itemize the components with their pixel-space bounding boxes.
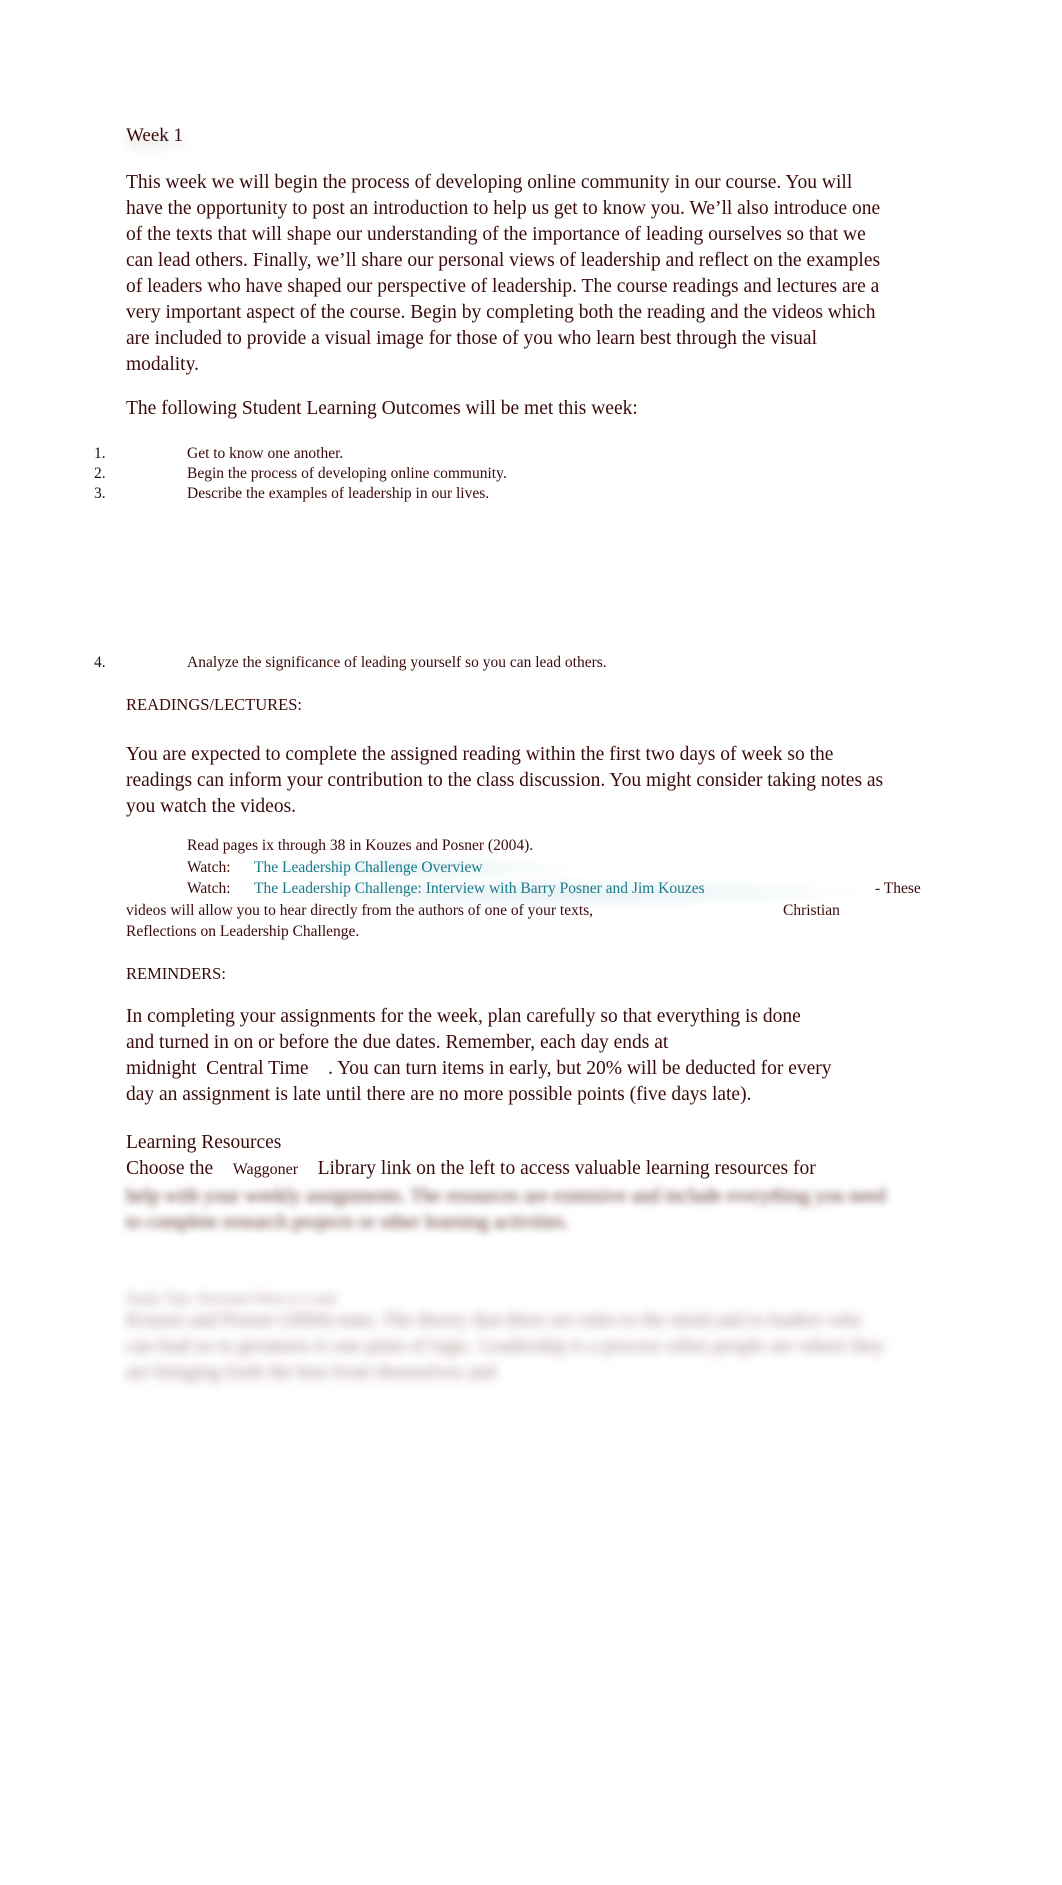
midnight-text: midnight xyxy=(126,1058,197,1079)
readings-continuation-2: Reflections on Leadership Challenge. xyxy=(126,923,360,940)
week-title: Week 1 xyxy=(126,125,184,146)
list-text: Describe the examples of leadership in o… xyxy=(187,485,490,502)
reminders-line: In completing your assignments for the w… xyxy=(126,1006,801,1027)
list-number: 4. xyxy=(94,654,106,671)
video-link-interview[interactable]: The Leadership Challenge: Interview with… xyxy=(254,879,705,899)
list-number: 3. xyxy=(94,485,106,502)
list-number: 2. xyxy=(94,465,106,482)
list-text: Read pages ix through 38 in Kouzes and P… xyxy=(187,837,534,854)
reminders-heading: REMINDERS: xyxy=(126,964,226,983)
resources-text: Library link on the left to access valua… xyxy=(317,1158,816,1179)
resources-line: Choose the Waggoner Library link on the … xyxy=(126,1158,816,1180)
watch-label: Watch: xyxy=(187,859,231,876)
readings-paragraph: You are expected to complete the assigne… xyxy=(126,744,884,817)
video-link-overview[interactable]: The Leadership Challenge Overview xyxy=(254,858,483,878)
list-text: Analyze the significance of leading your… xyxy=(187,654,607,671)
watch-label: Watch: xyxy=(187,880,231,897)
link-suffix: - These xyxy=(875,880,921,897)
late-policy-text: . You can turn items in early, but 20% w… xyxy=(328,1058,832,1079)
list-text: Begin the process of developing online c… xyxy=(187,465,507,482)
outcomes-heading: The following Student Learning Outcomes … xyxy=(126,398,638,419)
reminders-line: day an assignment is late until there ar… xyxy=(126,1084,752,1105)
blurred-text: help with your weekly assignments. The r… xyxy=(126,1186,886,1233)
reminders-line: and turned in on or before the due dates… xyxy=(126,1032,669,1053)
list-text: Get to know one another. xyxy=(187,445,344,462)
readings-heading: READINGS/LECTURES: xyxy=(126,695,303,714)
reminders-line: midnight Central Time . You can turn ite… xyxy=(126,1058,832,1080)
list-number: 1. xyxy=(94,445,106,462)
resources-text: Choose the xyxy=(126,1158,214,1179)
waggoner-library-text: Waggoner xyxy=(232,1161,299,1178)
resources-heading: Learning Resources xyxy=(126,1132,282,1153)
readings-continuation-word: Christian xyxy=(783,902,840,919)
intro-paragraph: This week we will begin the process of d… xyxy=(126,172,881,375)
blurred-text: Kouzes and Posner (2004) state, The theo… xyxy=(126,1310,885,1383)
central-time-text: Central Time xyxy=(206,1058,309,1079)
readings-continuation: videos will allow you to hear directly f… xyxy=(126,902,594,919)
